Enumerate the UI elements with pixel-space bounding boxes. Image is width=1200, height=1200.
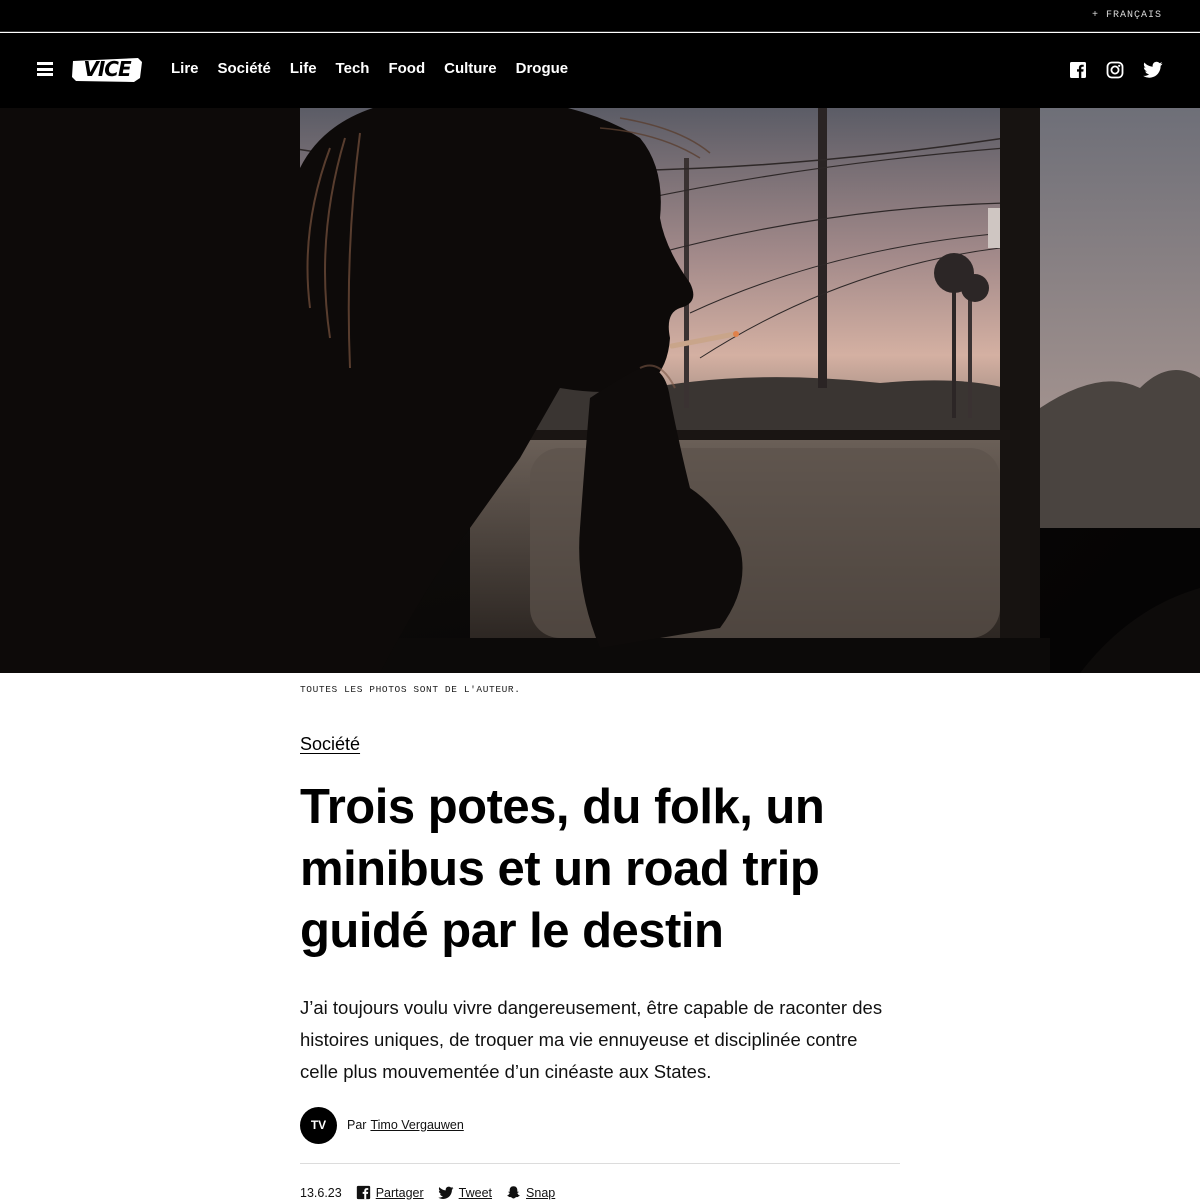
article-headline: Trois potes, du folk, un minibus et un r… xyxy=(300,780,825,958)
section-link-societe[interactable]: Société xyxy=(300,734,360,755)
share-facebook-button[interactable]: Partager xyxy=(356,1185,424,1200)
snapchat-ghost-icon xyxy=(507,1186,520,1199)
nav-link-lire[interactable]: Lire xyxy=(171,60,199,77)
main-nav: VICE Lire Société Life Tech Food Culture… xyxy=(0,33,1200,108)
article-meta: 13.6.23 Partager Tweet Snap xyxy=(300,1185,569,1200)
nav-link-food[interactable]: Food xyxy=(388,60,425,77)
instagram-icon[interactable] xyxy=(1106,61,1124,79)
nav-link-tech[interactable]: Tech xyxy=(336,60,370,77)
share-twitter-label: Tweet xyxy=(458,1185,493,1200)
publish-date: 13.6.23 xyxy=(300,1185,342,1200)
author-link[interactable]: Timo Vergauwen xyxy=(370,1118,463,1132)
facebook-icon xyxy=(356,1185,370,1200)
share-snapchat-button[interactable]: Snap xyxy=(506,1185,555,1200)
nav-link-culture[interactable]: Culture xyxy=(444,60,497,77)
twitter-icon xyxy=(438,1186,454,1199)
share-snapchat-label: Snap xyxy=(526,1185,556,1200)
byline-prefix: Par xyxy=(347,1118,367,1132)
photo-caption: TOUTES LES PHOTOS SONT DE L'AUTEUR. xyxy=(300,684,521,695)
hero-photo xyxy=(0,108,1200,673)
article-dek: J’ai toujours voulu vivre dangereusement… xyxy=(300,997,883,1082)
nav-link-drogue[interactable]: Drogue xyxy=(516,60,569,77)
language-bar: + FRANÇAIS xyxy=(0,0,1200,32)
share-facebook-label: Partager xyxy=(375,1185,424,1200)
nav-link-societe[interactable]: Société xyxy=(218,60,271,77)
facebook-icon[interactable] xyxy=(1069,61,1087,79)
vice-logo-mark: VICE xyxy=(72,57,142,82)
twitter-icon[interactable] xyxy=(1143,61,1163,79)
nav-links: Lire Société Life Tech Food Culture Drog… xyxy=(171,60,587,77)
byline: TV Par Timo Vergauwen xyxy=(300,1106,464,1144)
vice-logo[interactable]: VICE xyxy=(70,56,144,84)
divider xyxy=(300,1163,900,1164)
logo-text: VICE xyxy=(83,57,132,81)
author-avatar[interactable]: TV xyxy=(300,1106,337,1144)
language-switch-link[interactable]: + FRANÇAIS xyxy=(1092,10,1162,21)
hero-illustration xyxy=(0,108,1200,673)
nav-link-life[interactable]: Life xyxy=(290,60,317,77)
share-twitter-button[interactable]: Tweet xyxy=(438,1186,492,1200)
hamburger-menu-icon[interactable] xyxy=(37,62,53,76)
